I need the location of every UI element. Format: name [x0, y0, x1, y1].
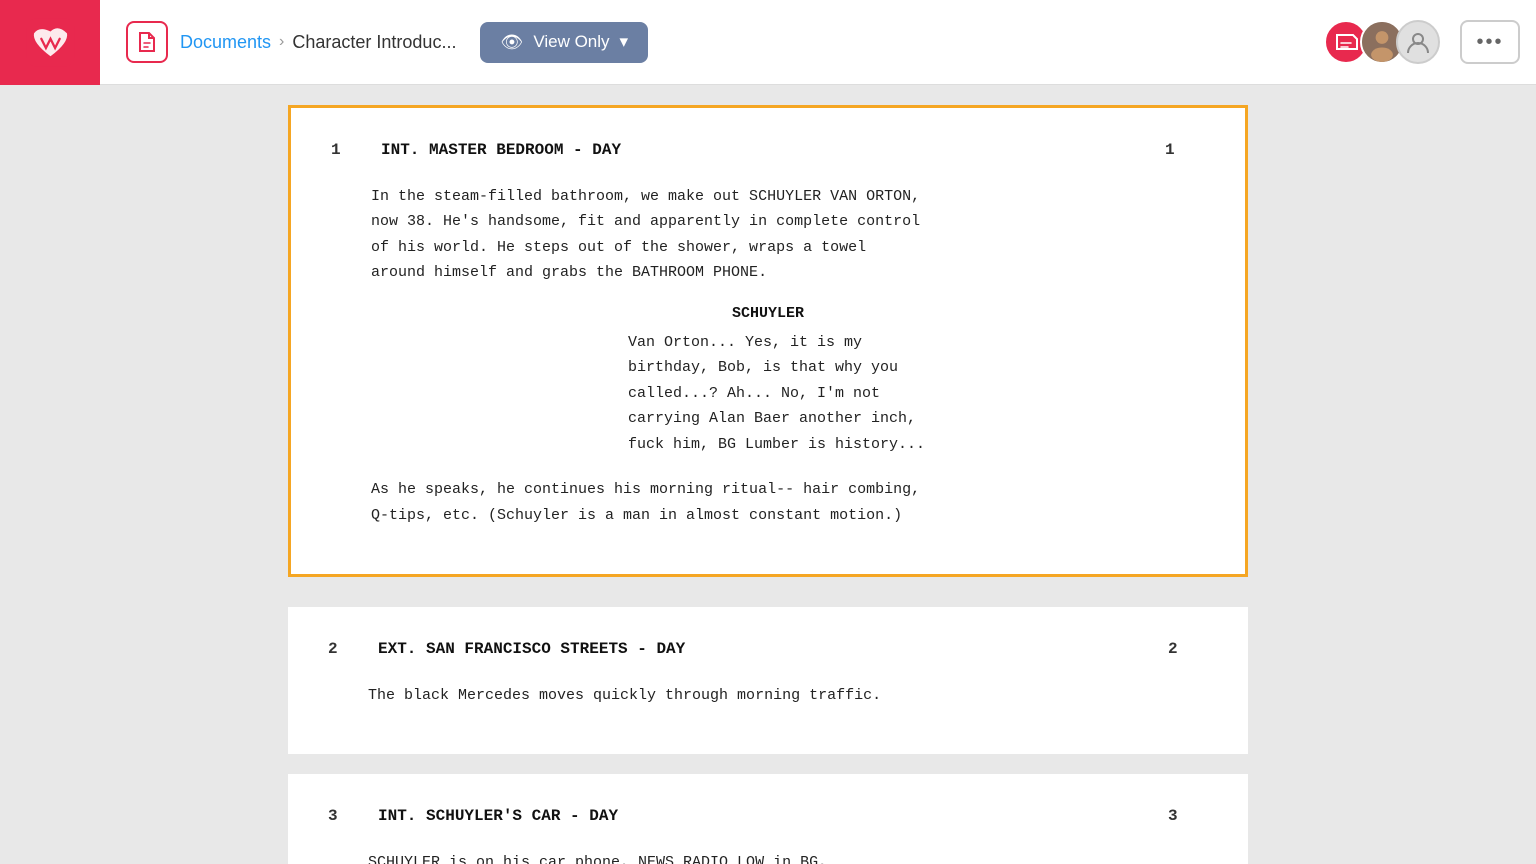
avatar-user3 [1396, 20, 1440, 64]
view-only-button[interactable]: 👁 View Only ▾ [480, 22, 648, 63]
avatar-group [1324, 20, 1440, 64]
breadcrumb-parent[interactable]: Documents [180, 32, 271, 53]
scene-heading-row-2: 2 EXT. SAN FRANCISCO STREETS - DAY 2 [328, 637, 1208, 663]
scene-number-1: 1 [331, 138, 371, 164]
document-icon-button[interactable] [126, 21, 168, 63]
more-options-button[interactable]: ••• [1460, 20, 1520, 64]
view-only-label: View Only [533, 32, 609, 52]
breadcrumb-current: Character Introduc... [292, 32, 456, 53]
scene-number-3-right: 3 [1168, 804, 1208, 830]
app-logo [0, 0, 100, 85]
scene-heading-row-3: 3 INT. SCHUYLER'S CAR - DAY 3 [328, 804, 1208, 830]
scene-number-2-right: 2 [1168, 637, 1208, 663]
scene-block-1: 1 INT. MASTER BEDROOM - DAY 1 In the ste… [288, 105, 1248, 577]
scene-number-1-right: 1 [1165, 138, 1205, 164]
script-container: 1 INT. MASTER BEDROOM - DAY 1 In the ste… [268, 105, 1268, 864]
character-name-1: SCHUYLER [331, 302, 1205, 326]
scene-heading-3: INT. SCHUYLER'S CAR - DAY [378, 804, 1158, 830]
scene-heading-1: INT. MASTER BEDROOM - DAY [381, 138, 1155, 164]
scene-action-1-after: As he speaks, he continues his morning r… [371, 477, 1205, 528]
scene-action-1: In the steam-filled bathroom, we make ou… [371, 184, 1205, 286]
header-right: ••• [1324, 20, 1520, 64]
scene-number-3: 3 [328, 804, 368, 830]
scene-action-3: SCHUYLER is on his car phone, NEWS RADIO… [368, 850, 1208, 864]
breadcrumb-separator: › [279, 33, 284, 51]
scene-block-3: 3 INT. SCHUYLER'S CAR - DAY 3 SCHUYLER i… [288, 774, 1248, 864]
scene-action-2: The black Mercedes moves quickly through… [368, 683, 1208, 709]
dialogue-1: Van Orton... Yes, it is my birthday, Bob… [568, 330, 968, 458]
dropdown-chevron-icon: ▾ [620, 32, 629, 52]
breadcrumb: Documents › Character Introduc... [180, 32, 456, 53]
scene-heading-row-1: 1 INT. MASTER BEDROOM - DAY 1 [331, 138, 1205, 164]
eye-icon: 👁 [500, 32, 523, 53]
scene-block-2: 2 EXT. SAN FRANCISCO STREETS - DAY 2 The… [288, 607, 1248, 754]
header-inner: Documents › Character Introduc... 👁 View… [16, 20, 1520, 64]
main-content: 1 INT. MASTER BEDROOM - DAY 1 In the ste… [0, 85, 1536, 864]
scene-heading-2: EXT. SAN FRANCISCO STREETS - DAY [378, 637, 1158, 663]
header: Documents › Character Introduc... 👁 View… [0, 0, 1536, 85]
scene-number-2: 2 [328, 637, 368, 663]
